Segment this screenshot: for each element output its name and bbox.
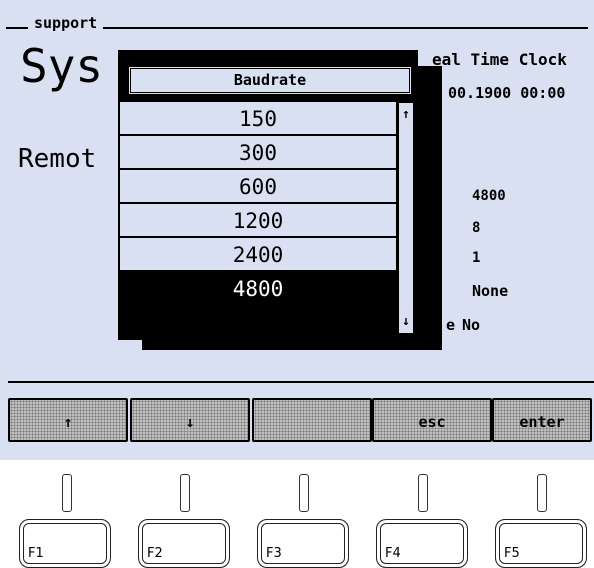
param-handshake-value: No — [462, 316, 481, 334]
arrow-up-icon: ↑ — [63, 413, 73, 431]
device-screen: support Sys Remot eal Time Clock 00.1900… — [0, 0, 594, 460]
list-item-300[interactable]: 300 — [120, 136, 396, 170]
rtc-label: eal Time Clock — [432, 50, 567, 69]
softkey-up[interactable]: ↑ — [8, 398, 128, 442]
list-item-1200[interactable]: 1200 — [120, 204, 396, 238]
key-pointer-4 — [418, 474, 428, 512]
function-key-f2[interactable]: F2 — [138, 519, 230, 568]
param-baudrate-value: 4800 — [472, 188, 506, 204]
rtc-value: 00.1900 00:00 — [448, 84, 566, 102]
scroll-up-icon[interactable]: ↑ — [399, 107, 413, 122]
softkey-down[interactable]: ↓ — [130, 398, 250, 442]
key-pointer-5 — [537, 474, 547, 512]
softkey-esc-label: esc — [418, 413, 446, 431]
softkey-esc[interactable]: esc — [372, 398, 492, 442]
function-key-f1[interactable]: F1 — [19, 519, 111, 568]
param-databits-value: 8 — [472, 220, 481, 236]
param-parity-value: None — [472, 282, 509, 300]
page-title: Sys — [20, 39, 104, 93]
f2-label: F2 — [147, 546, 163, 561]
section-label-remote: Remot — [18, 144, 97, 174]
arrow-down-icon: ↓ — [185, 413, 195, 431]
param-stopbits-value: 1 — [472, 250, 481, 266]
softkey-enter-label: enter — [519, 413, 565, 431]
param-handshake-label: e — [446, 316, 456, 334]
key-pointer-2 — [180, 474, 190, 512]
function-key-f5[interactable]: F5 — [495, 519, 587, 568]
f4-label: F4 — [385, 546, 401, 561]
f1-label: F1 — [28, 546, 44, 561]
f5-label: F5 — [504, 546, 520, 561]
list-item-2400[interactable]: 2400 — [120, 238, 396, 272]
popup-header: Baudrate — [128, 66, 412, 95]
list-item-600[interactable]: 600 — [120, 170, 396, 204]
baudrate-list: 150 300 600 1200 2400 4800 — [120, 102, 396, 306]
f3-label: F3 — [266, 546, 282, 561]
key-pointer-3 — [299, 474, 309, 512]
popup-scrollbar[interactable]: ↑ ↓ — [398, 102, 414, 334]
list-item-4800-selected[interactable]: 4800 — [120, 272, 396, 306]
softkey-blank[interactable] — [252, 398, 372, 442]
scroll-down-icon[interactable]: ↓ — [399, 314, 413, 329]
function-key-f4[interactable]: F4 — [376, 519, 468, 568]
frame-title: support — [28, 14, 104, 32]
list-item-150[interactable]: 150 — [120, 102, 396, 136]
function-key-f3[interactable]: F3 — [257, 519, 349, 568]
frame-bottom-border — [8, 381, 594, 383]
key-pointer-1 — [62, 474, 72, 512]
softkey-enter[interactable]: enter — [492, 398, 592, 442]
